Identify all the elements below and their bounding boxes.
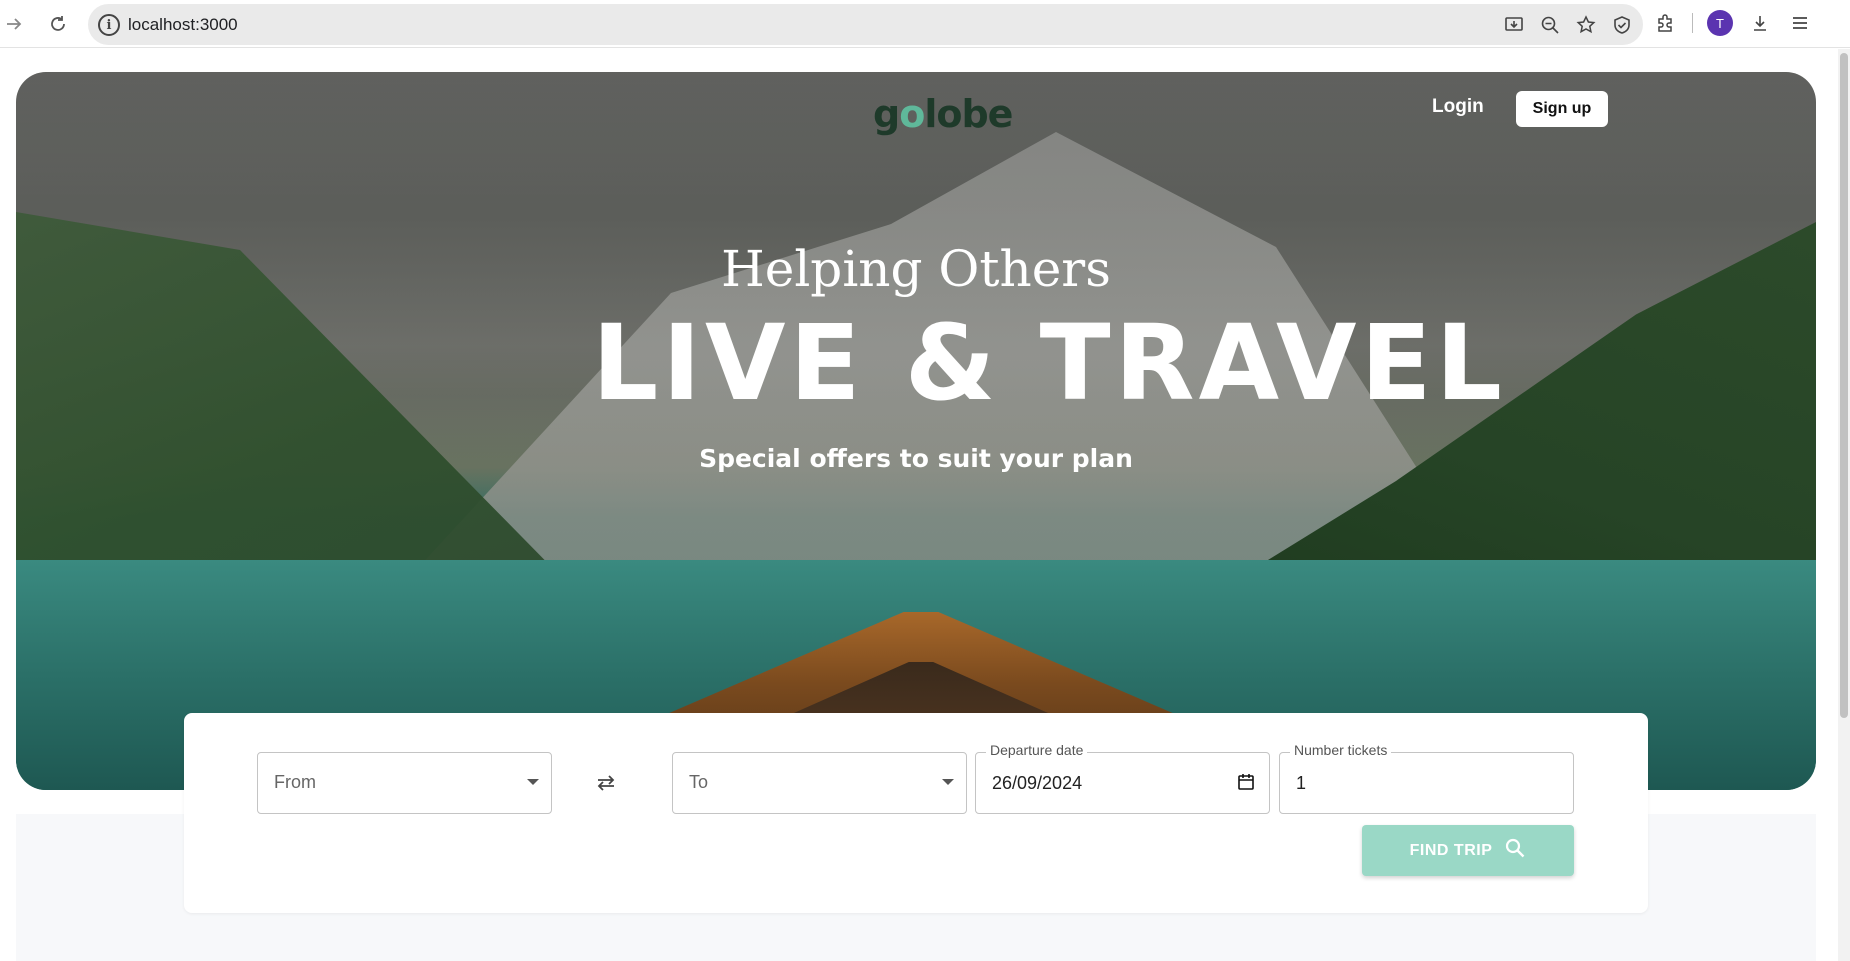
address-url[interactable]: localhost:3000 xyxy=(128,15,238,35)
calendar-icon[interactable] xyxy=(1237,773,1255,791)
hero-banner: golobe Login Sign up Helping Others LIVE… xyxy=(16,72,1816,790)
find-trip-button[interactable]: FIND TRIP xyxy=(1362,825,1574,876)
profile-avatar[interactable]: T xyxy=(1707,10,1733,36)
to-placeholder: To xyxy=(689,772,709,792)
logo-letter-g: g xyxy=(873,92,900,136)
departure-date-value[interactable]: 26/09/2024 xyxy=(992,773,1082,794)
chevron-down-icon[interactable] xyxy=(942,779,954,785)
hero-subtitle: Helping Others xyxy=(721,240,1111,298)
page-scrollbar[interactable] xyxy=(1838,49,1850,961)
menu-icon[interactable] xyxy=(1787,10,1813,36)
shield-icon[interactable] xyxy=(1609,12,1635,38)
from-select[interactable]: From xyxy=(257,752,552,814)
golobe-logo[interactable]: golobe xyxy=(873,92,1013,136)
logo-letters-lobe: lobe xyxy=(924,92,1013,136)
logo-plane-o: o xyxy=(899,92,925,136)
search-icon xyxy=(1504,837,1526,864)
forward-icon[interactable] xyxy=(0,10,28,38)
install-app-icon[interactable] xyxy=(1501,12,1527,38)
number-tickets-field[interactable]: Number tickets 1 xyxy=(1279,742,1574,814)
extensions-icon[interactable] xyxy=(1652,10,1678,36)
browser-toolbar: i localhost:3000 T xyxy=(0,0,1850,48)
site-info-icon[interactable]: i xyxy=(98,14,120,36)
departure-date-label: Departure date xyxy=(986,742,1088,758)
number-tickets-label: Number tickets xyxy=(1290,742,1392,758)
trip-search-card: From To Departure date 26/09/2024 Number… xyxy=(184,713,1648,913)
number-tickets-value[interactable]: 1 xyxy=(1296,773,1306,794)
zoom-out-icon[interactable] xyxy=(1537,12,1563,38)
from-placeholder: From xyxy=(274,772,316,792)
signup-button[interactable]: Sign up xyxy=(1516,91,1608,127)
address-bar[interactable]: i localhost:3000 xyxy=(88,4,1643,45)
scrollbar-thumb[interactable] xyxy=(1840,53,1848,718)
swap-locations-icon[interactable] xyxy=(590,767,622,799)
hero-title: LIVE & TRAVEL xyxy=(592,302,1506,424)
download-icon[interactable] xyxy=(1747,10,1773,36)
to-select[interactable]: To xyxy=(672,752,967,814)
page: golobe Login Sign up Helping Others LIVE… xyxy=(0,49,1850,961)
hero-tagline: Special offers to suit your plan xyxy=(699,444,1133,473)
chevron-down-icon[interactable] xyxy=(527,779,539,785)
login-link[interactable]: Login xyxy=(1432,96,1484,118)
bookmark-star-icon[interactable] xyxy=(1573,12,1599,38)
toolbar-divider xyxy=(1692,13,1693,33)
reload-icon[interactable] xyxy=(44,10,72,38)
find-trip-label: FIND TRIP xyxy=(1409,841,1493,859)
departure-date-field[interactable]: Departure date 26/09/2024 xyxy=(975,742,1270,814)
